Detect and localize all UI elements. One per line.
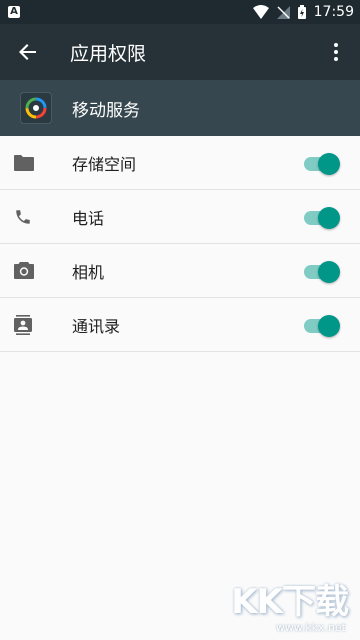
watermark-logo: KK下载: [231, 582, 349, 622]
permission-row-contacts[interactable]: 通讯录: [0, 298, 360, 352]
app-logo-icon: [20, 92, 52, 124]
more-vert-icon: [334, 43, 338, 61]
permission-row-camera[interactable]: 相机: [0, 244, 360, 298]
battery-charging-icon: [297, 5, 306, 19]
contacts-toggle[interactable]: [300, 313, 340, 337]
permission-label: 相机: [72, 262, 105, 282]
clock: 17:59: [313, 4, 354, 20]
no-signal-icon: [276, 5, 290, 19]
permission-row-phone[interactable]: 电话: [0, 190, 360, 244]
camera-icon: [14, 262, 34, 279]
contacts-icon: [14, 314, 32, 335]
more-options-button[interactable]: [312, 24, 360, 80]
watermark-url: www.kkx.net: [275, 621, 346, 634]
camera-toggle[interactable]: [300, 259, 340, 283]
page-title: 应用权限: [70, 42, 147, 65]
permission-list: 存储空间 电话 相机 通讯录: [0, 136, 360, 352]
folder-icon: [14, 154, 34, 171]
app-header: 移动服务: [0, 80, 360, 136]
phone-icon: [16, 209, 30, 224]
arrow-left-icon: [19, 44, 36, 60]
phone-toggle[interactable]: [300, 205, 340, 229]
watermark: KK下载 www.kkx.net: [222, 574, 352, 634]
toolbar: 应用权限: [0, 24, 360, 80]
status-bar: A 17:59: [0, 0, 360, 24]
storage-toggle[interactable]: [300, 151, 340, 175]
permission-label: 通讯录: [72, 316, 121, 336]
permission-label: 存储空间: [72, 154, 137, 174]
wifi-icon: [252, 5, 269, 19]
permission-label: 电话: [72, 208, 105, 228]
permission-row-storage[interactable]: 存储空间: [0, 136, 360, 190]
app-name: 移动服务: [72, 100, 140, 121]
a-icon: A: [8, 6, 20, 18]
back-button[interactable]: [0, 24, 56, 80]
